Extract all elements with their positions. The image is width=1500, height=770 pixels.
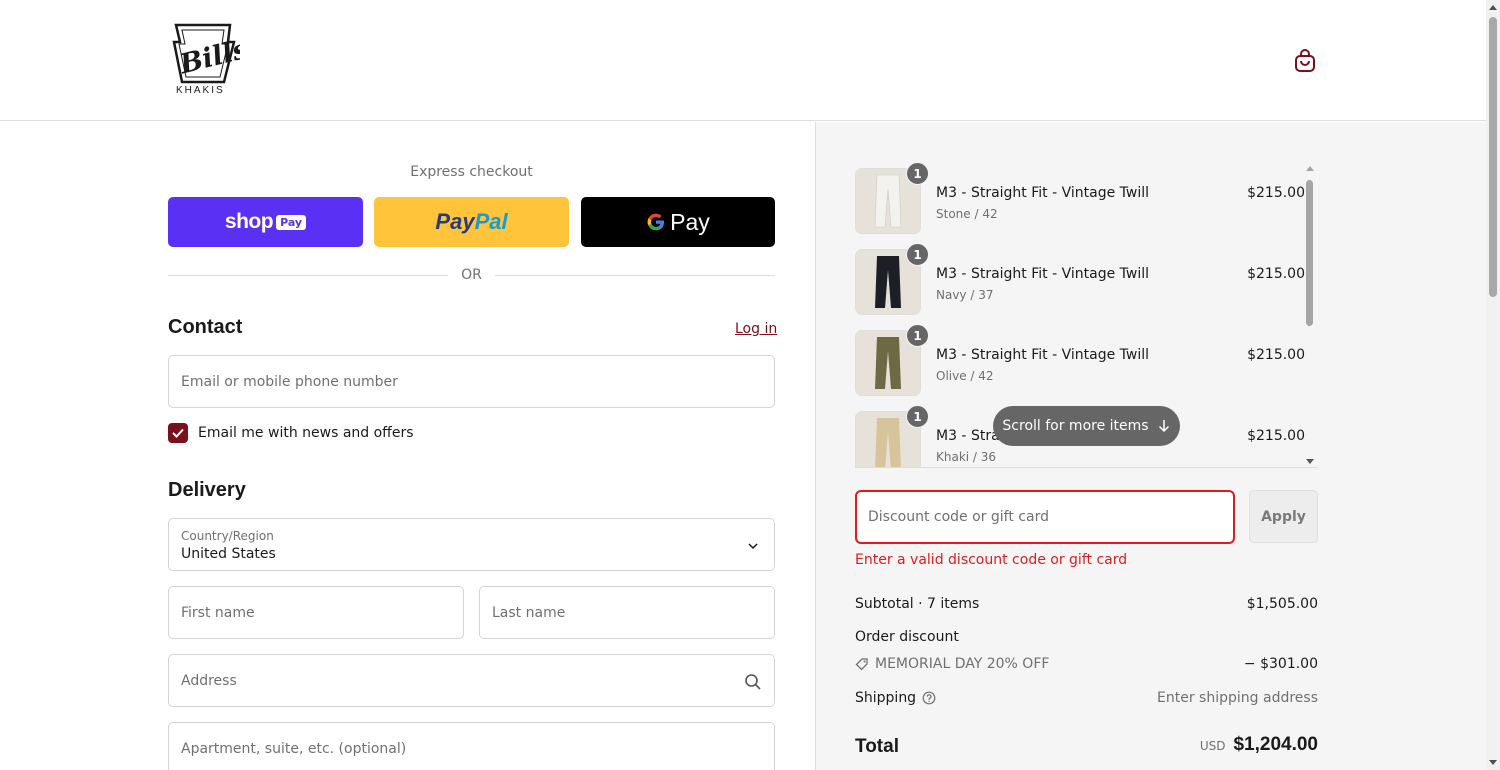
express-checkout-label: Express checkout <box>410 164 533 180</box>
scroll-down-arrow-icon[interactable] <box>1306 459 1314 464</box>
newsletter-row: Email me with news and offers <box>168 423 414 443</box>
page-scrollbar-thumb[interactable] <box>1489 17 1497 297</box>
item-variant: Khaki / 36 <box>936 450 997 464</box>
subtotal-row: Subtotal · 7 items $1,505.00 <box>855 596 1318 612</box>
item-name: M3 - Straight Fit - Vintage Twill <box>936 266 1150 282</box>
shop-pay-button[interactable]: shop Pay <box>168 197 363 247</box>
pants-icon <box>874 174 902 228</box>
quantity-badge: 1 <box>906 405 929 428</box>
paypal-wordmark: PayPal <box>435 209 508 234</box>
tag-icon <box>855 658 868 671</box>
or-divider: OR <box>168 266 775 286</box>
google-pay-button[interactable]: Pay <box>581 197 775 247</box>
page-scrollbar[interactable] <box>1486 0 1500 770</box>
last-name-input[interactable] <box>480 587 774 638</box>
scroll-up-arrow-icon[interactable] <box>1306 166 1314 171</box>
newsletter-label: Email me with news and offers <box>198 425 414 441</box>
item-price: $215.00 <box>1247 185 1305 201</box>
shipping-label: Shipping <box>855 690 917 706</box>
paypal-button[interactable]: PayPal <box>374 197 569 247</box>
apartment-input[interactable] <box>169 723 774 770</box>
total-value-group: USD $1,204.00 <box>1200 734 1318 756</box>
country-label: Country/Region <box>181 529 274 543</box>
shop-pay-wordmark: shop <box>224 210 274 233</box>
page-scroll-up-icon[interactable] <box>1489 5 1497 10</box>
address-input[interactable] <box>169 655 774 706</box>
subtotal-value: $1,505.00 <box>1246 596 1318 612</box>
newsletter-checkbox[interactable] <box>168 423 188 443</box>
email-field[interactable] <box>168 355 775 408</box>
cart-button[interactable] <box>1292 48 1318 74</box>
discount-field[interactable] <box>855 490 1235 544</box>
item-price: $215.00 <box>1247 266 1305 282</box>
items-scrollbar[interactable] <box>1303 162 1317 468</box>
checkout-form: Express checkout shop Pay PayPal Pay OR … <box>0 122 815 770</box>
subtotal-label: Subtotal · 7 items <box>855 596 980 612</box>
email-input[interactable] <box>169 356 774 407</box>
google-pay-wordmark: Pay <box>646 209 710 236</box>
pants-icon <box>875 418 901 467</box>
order-item: 1 M3 - Straight Fit - Vintage Twill Oliv… <box>855 324 1305 396</box>
item-variant: Navy / 37 <box>936 288 994 302</box>
logo-wordmark: KHAKIS <box>176 85 225 96</box>
quantity-badge: 1 <box>906 243 929 266</box>
item-price: $215.00 <box>1247 428 1305 444</box>
header: Bills KHAKIS <box>0 0 1486 121</box>
scroll-more-items-button[interactable]: Scroll for more items <box>993 406 1180 446</box>
item-name: M3 - Straight Fit - Vintage Twill <box>936 185 1150 201</box>
chevron-down-icon <box>748 543 758 550</box>
pants-icon <box>875 256 901 308</box>
discount-value: − $301.00 <box>1243 656 1318 672</box>
discount-input[interactable] <box>857 492 1233 542</box>
currency-code: USD <box>1199 739 1226 753</box>
shop-pay-chip: Pay <box>276 214 307 230</box>
scrollbar-thumb[interactable] <box>1306 180 1313 326</box>
search-icon <box>745 674 761 690</box>
item-price: $215.00 <box>1247 347 1305 363</box>
shopping-bag-icon <box>1295 49 1315 72</box>
item-variant: Stone / 42 <box>936 207 998 221</box>
order-summary: 1 M3 - Straight Fit - Vintage Twill Ston… <box>815 122 1486 770</box>
discount-code-row: MEMORIAL DAY 20% OFF − $301.00 <box>855 656 1318 672</box>
first-name-field[interactable] <box>168 586 464 639</box>
apply-discount-button[interactable]: Apply <box>1249 490 1318 543</box>
country-value: United States <box>181 546 276 562</box>
arrow-down-icon <box>1158 420 1169 433</box>
or-label: OR <box>461 267 482 283</box>
pants-icon <box>875 337 901 389</box>
address-field[interactable] <box>168 654 775 707</box>
shipping-value: Enter shipping address <box>1157 690 1318 706</box>
total-label: Total <box>855 736 899 757</box>
item-name: M3 - Straight Fit - Vintage Twill <box>936 347 1150 363</box>
country-select[interactable]: Country/Region United States <box>168 518 775 571</box>
delivery-title: Delivery <box>168 479 246 501</box>
page-scroll-down-icon[interactable] <box>1489 760 1497 765</box>
order-item: 1 M3 - Straight Fit - Vintage Twill Ston… <box>855 162 1305 234</box>
help-circle-icon[interactable] <box>922 691 936 705</box>
contact-title: Contact <box>168 316 243 338</box>
total-amount: $1,204.00 <box>1233 734 1318 755</box>
login-link[interactable]: Log in <box>735 321 777 337</box>
total-row: Total USD $1,204.00 <box>855 734 1318 758</box>
shipping-row: Shipping Enter shipping address <box>855 690 1318 706</box>
order-discount-row: Order discount <box>855 629 1318 645</box>
order-item: 1 M3 - Straight Fit - Vintage Twill Navy… <box>855 243 1305 315</box>
discount-error-message: Enter a valid discount code or gift card <box>855 552 1128 568</box>
apartment-field[interactable] <box>168 722 775 770</box>
quantity-badge: 1 <box>906 324 929 347</box>
svg-text:Bills: Bills <box>176 34 240 81</box>
order-discount-label: Order discount <box>855 629 959 645</box>
last-name-field[interactable] <box>479 586 775 639</box>
item-variant: Olive / 42 <box>936 369 994 383</box>
checkmark-icon <box>172 428 184 438</box>
quantity-badge: 1 <box>906 162 929 185</box>
first-name-input[interactable] <box>169 587 463 638</box>
scroll-more-label: Scroll for more items <box>1002 418 1149 434</box>
google-g-icon <box>647 213 665 231</box>
